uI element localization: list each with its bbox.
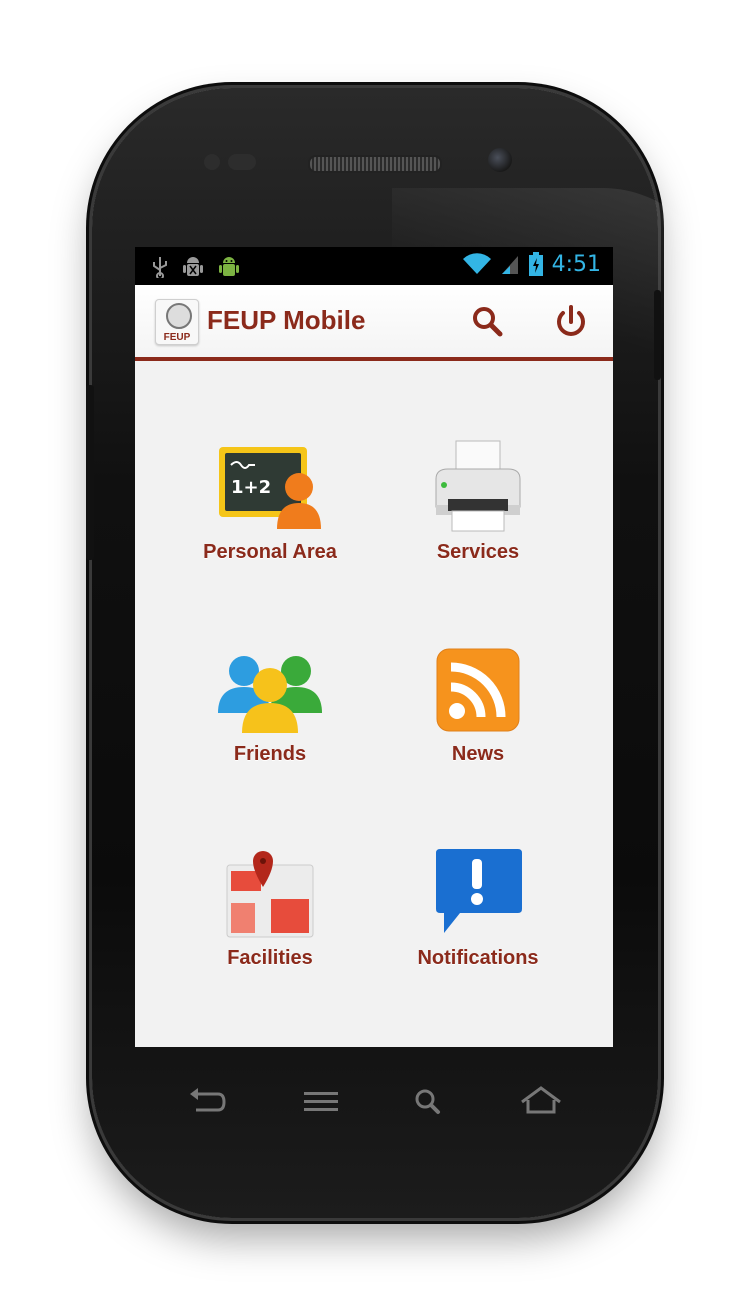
light-sensor [228, 154, 256, 170]
app-logo[interactable]: FEUP [155, 299, 199, 345]
battery-charging-icon [528, 252, 543, 276]
menu-item-services[interactable]: Services [378, 439, 578, 609]
menu-label: Services [436, 541, 520, 563]
menu-item-notifications[interactable]: Notifications [378, 845, 578, 1015]
wifi-icon [462, 253, 491, 274]
back-icon [190, 1088, 226, 1112]
logout-button[interactable] [551, 301, 591, 341]
menu-label: Facilities [227, 947, 313, 969]
front-camera [488, 148, 512, 172]
menu-item-personal-area[interactable]: 1+2 Personal Area [170, 439, 370, 609]
map-pin-icon [226, 851, 314, 938]
exclamation-bubble-icon [436, 849, 522, 933]
home-icon [521, 1086, 561, 1114]
chalkboard-person-icon: 1+2 [219, 447, 321, 529]
home-button[interactable] [516, 1080, 566, 1124]
action-bar: FEUP FEUP Mobile [135, 285, 613, 361]
people-icon [218, 656, 322, 733]
search-key[interactable] [404, 1080, 454, 1124]
android-icon [219, 257, 239, 276]
status-time: 4:51 [551, 251, 601, 277]
earpiece-speaker [308, 155, 442, 173]
menu-item-facilities[interactable]: Facilities [170, 845, 370, 1015]
volume-button [86, 385, 94, 560]
menu-label: News [451, 743, 505, 765]
app-title: FEUP Mobile [207, 305, 366, 335]
search-button[interactable] [467, 301, 507, 341]
menu-label: Friends [233, 743, 307, 765]
menu-label: Notifications [417, 947, 539, 969]
status-bar: 4:51 [135, 247, 613, 285]
proximity-sensor [204, 154, 220, 170]
search-icon [415, 1089, 440, 1114]
menu-label: Personal Area [203, 541, 337, 563]
university-seal-icon [166, 303, 192, 329]
android-debug-icon [183, 257, 203, 276]
navigation-bar [170, 1080, 580, 1130]
usb-icon [153, 257, 167, 278]
menu-item-news[interactable]: News [378, 643, 578, 813]
screen: 4:51 FEUP FEUP Mobile 1+2 Personal Area … [135, 247, 613, 1047]
signal-icon [501, 256, 518, 274]
search-icon [473, 307, 503, 337]
menu-item-friends[interactable]: Friends [170, 643, 370, 813]
back-button[interactable] [182, 1080, 232, 1124]
svg-text:1+2: 1+2 [231, 477, 271, 498]
power-button [654, 290, 661, 380]
menu-icon [304, 1092, 338, 1111]
menu-button[interactable] [296, 1080, 346, 1124]
printer-icon [435, 440, 521, 532]
rss-icon [436, 648, 520, 732]
power-icon [557, 305, 585, 336]
logo-text: FEUP [163, 332, 191, 343]
